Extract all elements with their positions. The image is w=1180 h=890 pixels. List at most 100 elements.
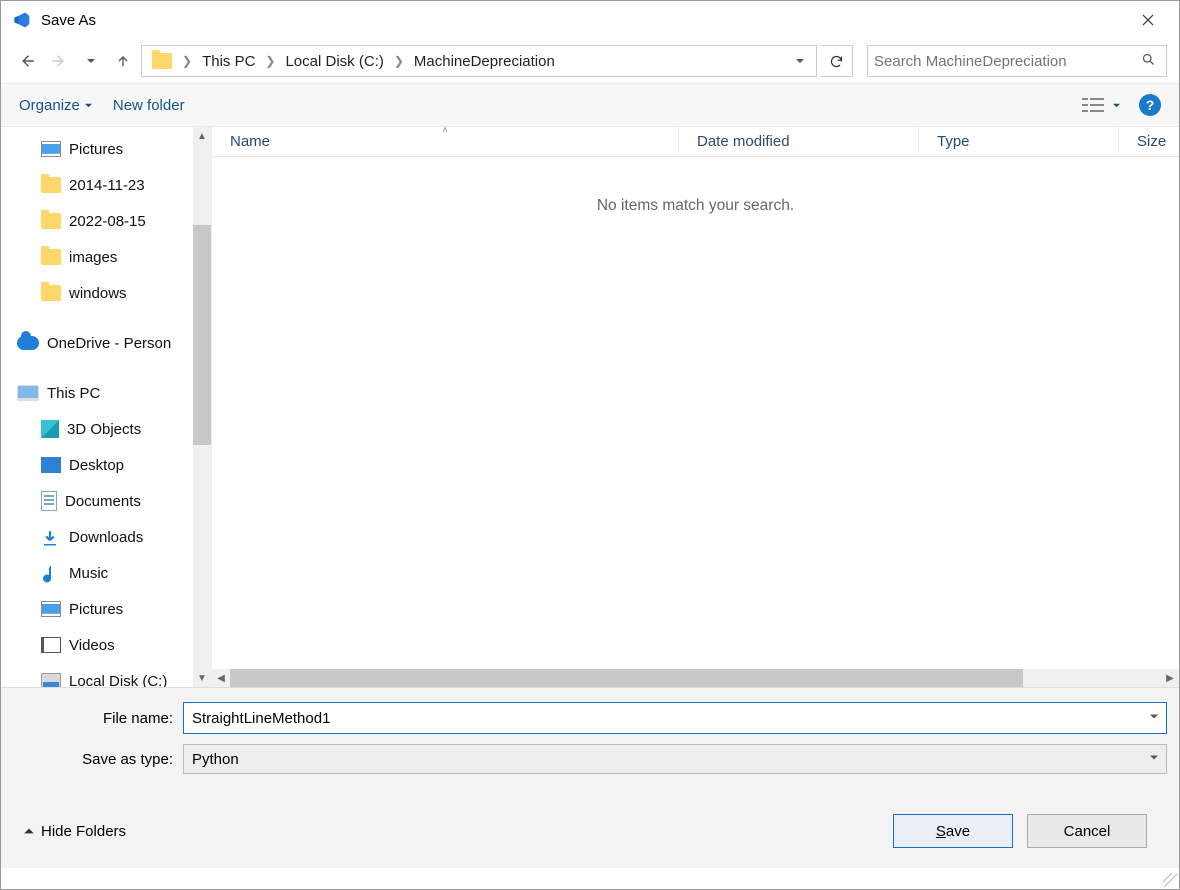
close-button[interactable]: [1125, 1, 1171, 39]
folder-icon: [152, 53, 172, 69]
tree-item-label: Local Disk (C:): [69, 673, 167, 688]
tree-item-music[interactable]: Music: [11, 555, 211, 591]
tree-item-pictures[interactable]: Pictures📌: [11, 131, 211, 167]
tree-item-label: 2022-08-15: [69, 213, 146, 230]
savetype-label: Save as type:: [13, 751, 183, 768]
filename-label: File name:: [13, 710, 183, 727]
search-icon[interactable]: [1137, 52, 1160, 71]
column-name[interactable]: Name ˄: [212, 127, 679, 156]
pc-icon: [17, 385, 39, 401]
view-options-button[interactable]: [1082, 96, 1121, 114]
cloud-icon: [17, 336, 39, 350]
tree-item-label: Desktop: [69, 457, 124, 474]
up-button[interactable]: [109, 47, 137, 75]
app-icon: [9, 8, 33, 32]
scroll-thumb[interactable]: [193, 225, 211, 445]
filename-history-dropdown[interactable]: [1149, 712, 1159, 725]
tree-item-downloads[interactable]: Downloads: [11, 519, 211, 555]
breadcrumb-segment[interactable]: Local Disk (C:): [279, 46, 389, 76]
tree-item-3d-objects[interactable]: 3D Objects: [11, 411, 211, 447]
recent-locations-button[interactable]: [77, 47, 105, 75]
column-type[interactable]: Type: [919, 127, 1119, 156]
tree-item-local-disk-c-[interactable]: Local Disk (C:): [11, 663, 211, 687]
tree-item-onedrive-person[interactable]: OneDrive - Person: [11, 325, 211, 361]
tree-item-windows[interactable]: windows: [11, 275, 211, 311]
pic-icon: [41, 601, 61, 617]
chevron-down-icon: [1112, 101, 1121, 110]
tree-item-label: 2014-11-23: [69, 177, 145, 194]
savetype-value: Python: [192, 751, 239, 768]
save-button[interactable]: Save: [893, 814, 1013, 848]
tree-item-label: Pictures: [69, 601, 123, 618]
filename-input[interactable]: [183, 702, 1167, 734]
empty-message: No items match your search.: [212, 157, 1179, 215]
breadcrumb-segment[interactable]: MachineDepreciation: [408, 46, 561, 76]
tree-item-label: 3D Objects: [67, 421, 141, 438]
toolbar: Organize New folder ?: [1, 83, 1179, 127]
chevron-up-icon: [23, 825, 35, 837]
savetype-dropdown-caret[interactable]: [1149, 753, 1159, 766]
tree-item-this-pc[interactable]: This PC: [11, 375, 211, 411]
savetype-combobox[interactable]: Python: [183, 744, 1167, 774]
column-date[interactable]: Date modified: [679, 127, 919, 156]
pic-icon: [41, 141, 61, 157]
resize-grip[interactable]: [1163, 873, 1177, 887]
folder-icon: [41, 177, 61, 193]
refresh-button[interactable]: [821, 45, 853, 77]
scroll-up-icon[interactable]: ▲: [197, 127, 207, 145]
tree-item-label: Music: [69, 565, 108, 582]
tree-item-images[interactable]: images: [11, 239, 211, 275]
bottom-panel: File name: Save as type: Python Hide Fol…: [1, 687, 1179, 868]
tree-item-label: OneDrive - Person: [47, 335, 171, 352]
tree-scrollbar[interactable]: ▲ ▼: [193, 127, 211, 687]
search-box[interactable]: [867, 45, 1167, 77]
tree-item-desktop[interactable]: Desktop: [11, 447, 211, 483]
new-folder-button[interactable]: New folder: [113, 97, 185, 114]
chevron-right-icon: ❯: [178, 54, 196, 68]
chevron-right-icon: ❯: [390, 54, 408, 68]
tree-item-documents[interactable]: Documents: [11, 483, 211, 519]
cancel-button[interactable]: Cancel: [1027, 814, 1147, 848]
tree-item-label: Documents: [65, 493, 141, 510]
breadcrumb-segment[interactable]: This PC: [196, 46, 261, 76]
scroll-left-icon[interactable]: ◀: [212, 673, 230, 684]
main-split: Pictures📌 2014-11-23 2022-08-15 images windo…: [1, 127, 1179, 687]
forward-button[interactable]: [45, 47, 73, 75]
chevron-right-icon: ❯: [261, 54, 279, 68]
scroll-thumb[interactable]: [230, 669, 1023, 687]
sort-asc-icon: ˄: [442, 125, 448, 136]
breadcrumb-dropdown[interactable]: [788, 49, 812, 73]
organize-button[interactable]: Organize: [19, 97, 93, 114]
help-button[interactable]: ?: [1139, 94, 1161, 116]
tree-item-videos[interactable]: Videos: [11, 627, 211, 663]
titlebar: Save As: [1, 1, 1179, 39]
nav-row: ❯ This PC ❯ Local Disk (C:) ❯ MachineDep…: [1, 39, 1179, 83]
tree-item-label: windows: [69, 285, 127, 302]
list-view-icon: [1082, 96, 1104, 114]
search-input[interactable]: [874, 53, 1137, 70]
tree-item-label: Videos: [69, 637, 115, 654]
window-title: Save As: [41, 12, 96, 29]
vid-icon: [41, 637, 61, 653]
folder-tree[interactable]: Pictures📌 2014-11-23 2022-08-15 images windo…: [1, 127, 211, 687]
scroll-down-icon[interactable]: ▼: [197, 669, 207, 687]
music-icon: [41, 565, 61, 581]
folder-icon: [41, 213, 61, 229]
tree-item-pictures[interactable]: Pictures: [11, 591, 211, 627]
column-size[interactable]: Size: [1119, 127, 1179, 156]
folder-icon: [41, 285, 61, 301]
tree-item-label: Downloads: [69, 529, 143, 546]
horizontal-scrollbar[interactable]: ◀ ▶: [212, 669, 1179, 687]
tree-item-2014-11-23[interactable]: 2014-11-23: [11, 167, 211, 203]
back-button[interactable]: [13, 47, 41, 75]
dl-icon: [41, 529, 61, 545]
folder-icon: [41, 249, 61, 265]
column-headers: Name ˄ Date modified Type Size: [212, 127, 1179, 157]
tree-item-2022-08-15[interactable]: 2022-08-15: [11, 203, 211, 239]
hide-folders-toggle[interactable]: Hide Folders: [23, 823, 126, 840]
organize-label: Organize: [19, 97, 80, 114]
disk-icon: [41, 673, 61, 687]
file-list-pane: Name ˄ Date modified Type Size No items …: [211, 127, 1179, 687]
scroll-right-icon[interactable]: ▶: [1161, 673, 1179, 684]
breadcrumb[interactable]: ❯ This PC ❯ Local Disk (C:) ❯ MachineDep…: [141, 45, 817, 77]
